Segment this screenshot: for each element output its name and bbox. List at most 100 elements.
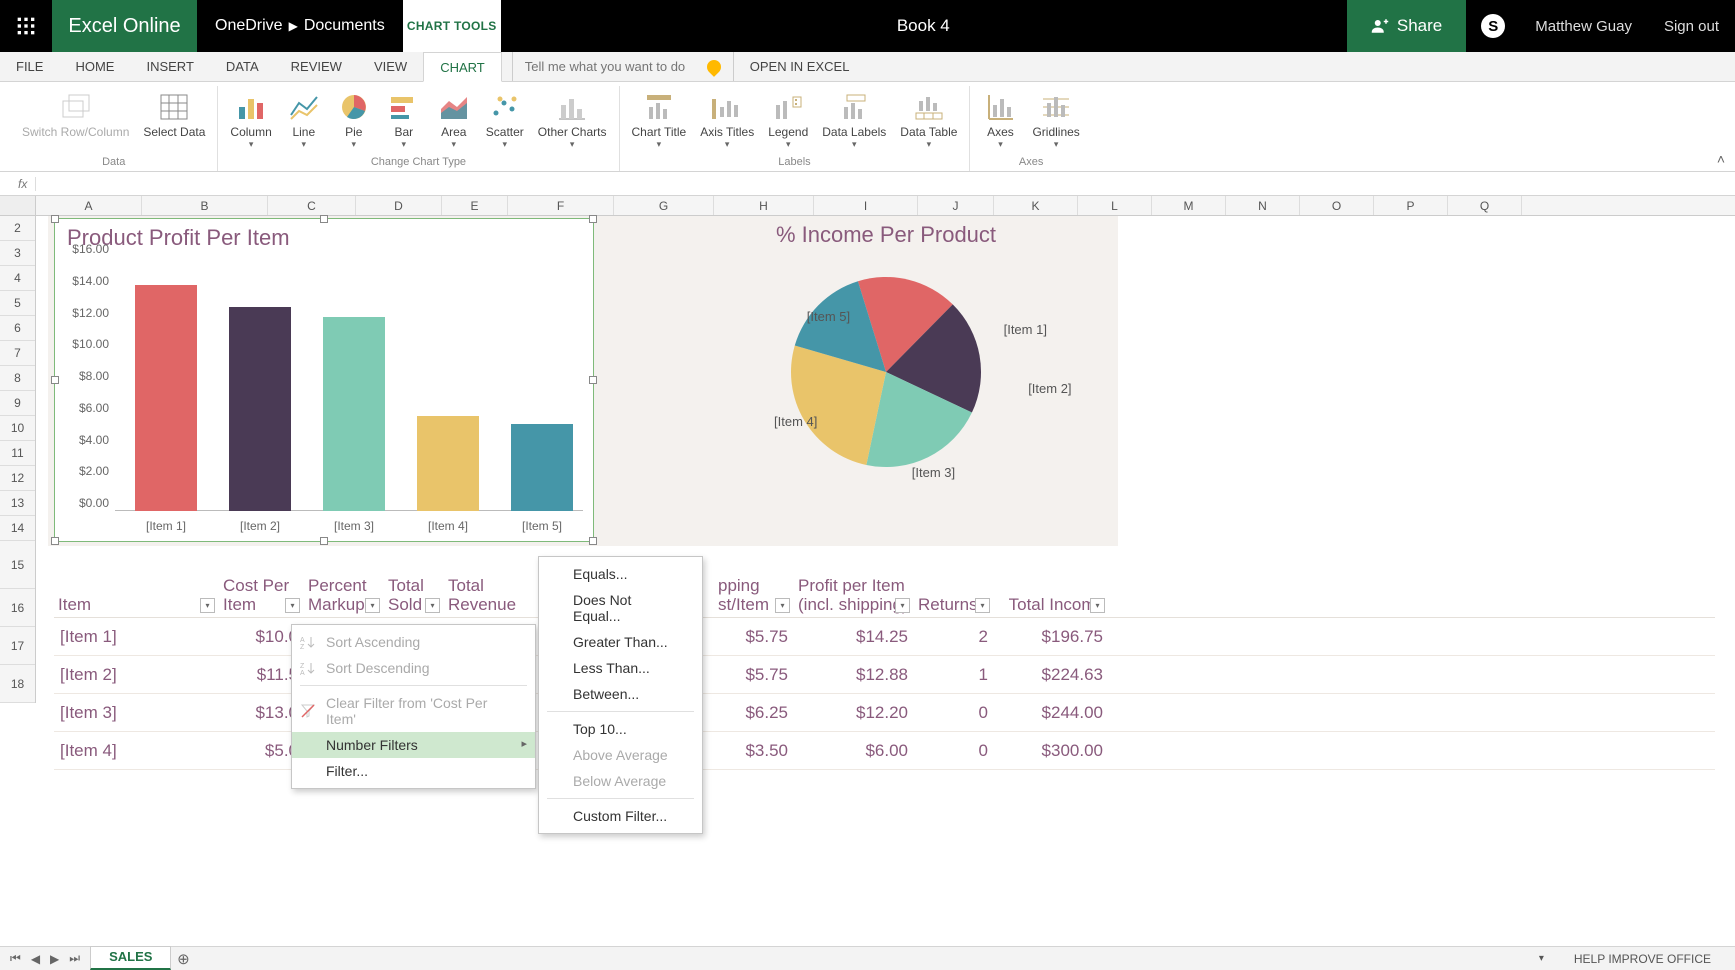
column-header[interactable]: I	[814, 196, 918, 215]
filter-dropdown-icon[interactable]: ▾	[285, 598, 300, 613]
column-header[interactable]: G	[614, 196, 714, 215]
chart-type-scatter-button[interactable]: Scatter	[482, 86, 528, 154]
col-returns[interactable]: Returns▾	[914, 593, 994, 617]
app-launcher-icon[interactable]	[0, 0, 52, 52]
open-in-excel-button[interactable]: OPEN IN EXCEL	[733, 52, 866, 81]
sheet-nav-prev-icon[interactable]: ◀	[29, 952, 42, 966]
tab-data[interactable]: DATA	[210, 52, 275, 81]
column-header[interactable]: A	[36, 196, 142, 215]
row-header[interactable]: 4	[0, 266, 35, 291]
selection-handle[interactable]	[51, 215, 59, 223]
filter-dropdown-icon[interactable]: ▾	[200, 598, 215, 613]
breadcrumb-root[interactable]: OneDrive	[215, 17, 283, 35]
row-header[interactable]: 5	[0, 291, 35, 316]
column-header[interactable]: L	[1078, 196, 1152, 215]
tab-view[interactable]: VIEW	[358, 52, 423, 81]
selection-handle[interactable]	[320, 215, 328, 223]
column-header[interactable]: N	[1226, 196, 1300, 215]
spreadsheet-grid[interactable]: ABCDEFGHIJKLMNOPQ 2345678910111213141516…	[0, 196, 1735, 946]
submenu-does-not-equal[interactable]: Does Not Equal...	[539, 587, 702, 629]
row-header[interactable]: 18	[0, 665, 35, 703]
share-button[interactable]: Share	[1347, 0, 1466, 52]
sheet-nav-first-icon[interactable]: ⏮	[8, 951, 23, 966]
col-item[interactable]: Item▾	[54, 593, 219, 617]
contextual-tab-chart-tools[interactable]: CHART TOOLS	[403, 0, 501, 52]
chart-type-bar-button[interactable]: Bar	[382, 86, 426, 154]
row-header[interactable]: 17	[0, 627, 35, 665]
column-header[interactable]: O	[1300, 196, 1374, 215]
selection-handle[interactable]	[589, 215, 597, 223]
menu-sort-ascending[interactable]: AZ Sort Ascending	[292, 629, 535, 655]
status-menu-icon[interactable]: ▾	[1539, 953, 1544, 964]
row-header[interactable]: 2	[0, 216, 35, 241]
sheet-nav-next-icon[interactable]: ▶	[48, 952, 61, 966]
selection-handle[interactable]	[51, 537, 59, 545]
row-header[interactable]: 7	[0, 341, 35, 366]
sheet-nav-last-icon[interactable]: ⏭	[67, 951, 82, 966]
column-header[interactable]: H	[714, 196, 814, 215]
tab-insert[interactable]: INSERT	[130, 52, 209, 81]
select-data-button[interactable]: Select Data	[139, 86, 209, 154]
col-shipping[interactable]: pping st/Item▾	[714, 574, 794, 617]
selection-handle[interactable]	[51, 376, 59, 384]
axis-titles-button[interactable]: Axis Titles	[696, 86, 758, 154]
data-labels-button[interactable]: Data Labels	[818, 86, 890, 154]
sign-out-link[interactable]: Sign out	[1648, 0, 1735, 52]
breadcrumb[interactable]: OneDrive ▶ Documents	[197, 0, 403, 52]
column-header[interactable]: M	[1152, 196, 1226, 215]
selection-handle[interactable]	[320, 537, 328, 545]
submenu-custom-filter[interactable]: Custom Filter...	[539, 803, 702, 829]
filter-dropdown-icon[interactable]: ▾	[365, 598, 380, 613]
skype-button[interactable]: S	[1467, 0, 1519, 52]
row-header[interactable]: 10	[0, 416, 35, 441]
data-table-button[interactable]: Data Table	[896, 86, 961, 154]
submenu-greater-than[interactable]: Greater Than...	[539, 629, 702, 655]
filter-dropdown-icon[interactable]: ▾	[425, 598, 440, 613]
col-sold[interactable]: Total Sold▾	[384, 574, 444, 617]
row-header[interactable]: 12	[0, 466, 35, 491]
chart-title-button[interactable]: Chart Title	[628, 86, 691, 154]
menu-number-filters[interactable]: Number Filters	[292, 732, 535, 758]
chart-type-area-button[interactable]: Area	[432, 86, 476, 154]
user-name[interactable]: Matthew Guay	[1519, 0, 1648, 52]
gridlines-button[interactable]: Gridlines	[1028, 86, 1083, 154]
chart-type-pie-button[interactable]: Pie	[332, 86, 376, 154]
breadcrumb-folder[interactable]: Documents	[304, 17, 385, 35]
column-header[interactable]: D	[356, 196, 442, 215]
document-title[interactable]: Book 4	[501, 0, 1346, 52]
filter-dropdown-icon[interactable]: ▾	[895, 598, 910, 613]
row-header[interactable]: 6	[0, 316, 35, 341]
tab-review[interactable]: REVIEW	[275, 52, 358, 81]
formula-bar[interactable]: fx	[0, 172, 1735, 196]
column-header[interactable]: K	[994, 196, 1078, 215]
axes-button[interactable]: Axes	[978, 86, 1022, 154]
submenu-equals[interactable]: Equals...	[539, 561, 702, 587]
collapse-ribbon-icon[interactable]: ˄	[1717, 151, 1725, 167]
column-header[interactable]: C	[268, 196, 356, 215]
tab-chart[interactable]: CHART	[423, 52, 502, 82]
pie-chart[interactable]: % Income Per Product [Item 1][Item 2][It…	[636, 216, 1136, 482]
menu-filter[interactable]: Filter...	[292, 758, 535, 784]
menu-sort-descending[interactable]: ZA Sort Descending	[292, 655, 535, 681]
col-income[interactable]: Total Income▾	[994, 593, 1109, 617]
filter-dropdown-icon[interactable]: ▾	[1090, 598, 1105, 613]
submenu-top-10[interactable]: Top 10...	[539, 716, 702, 742]
submenu-between[interactable]: Between...	[539, 681, 702, 707]
submenu-below-average[interactable]: Below Average	[539, 768, 702, 794]
submenu-less-than[interactable]: Less Than...	[539, 655, 702, 681]
submenu-above-average[interactable]: Above Average	[539, 742, 702, 768]
column-header[interactable]: P	[1374, 196, 1448, 215]
col-markup[interactable]: Percent Markup▾	[304, 574, 384, 617]
help-improve-office[interactable]: HELP IMPROVE OFFICE	[1574, 952, 1711, 966]
row-header[interactable]: 16	[0, 589, 35, 627]
tell-me-search[interactable]	[512, 52, 733, 81]
row-header[interactable]: 3	[0, 241, 35, 266]
column-header[interactable]: J	[918, 196, 994, 215]
cells-area[interactable]: Product Profit Per Item $0.00$2.00$4.00$…	[36, 216, 1735, 946]
tab-file[interactable]: FILE	[0, 52, 59, 81]
row-header[interactable]: 15	[0, 541, 35, 589]
column-header[interactable]: E	[442, 196, 508, 215]
chart-type-column-button[interactable]: Column	[226, 86, 275, 154]
selection-handle[interactable]	[589, 376, 597, 384]
chart-type-line-button[interactable]: Line	[282, 86, 326, 154]
